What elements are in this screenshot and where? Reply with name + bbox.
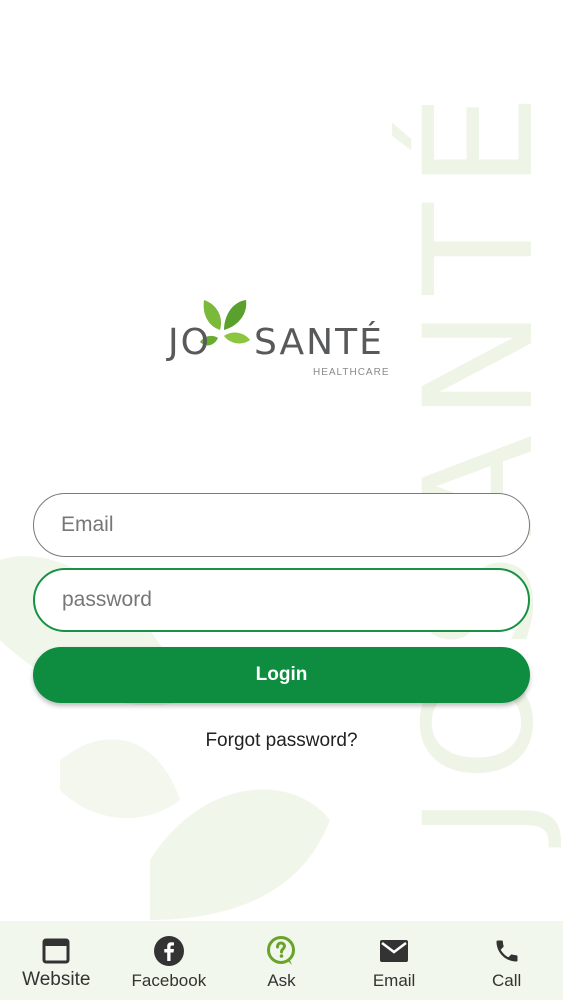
brand-logo: JO SANTÉ HEALTHCARE <box>168 296 398 386</box>
forgot-password-link[interactable]: Forgot password? <box>0 730 563 752</box>
nav-call-label: Call <box>492 971 522 990</box>
nav-ask[interactable]: Ask <box>225 921 337 1000</box>
envelope-icon <box>378 935 410 967</box>
logo-healthcare-text: HEALTHCARE <box>313 367 390 378</box>
bottom-nav: Website Facebook Ask Email Call <box>0 921 563 1000</box>
nav-website-label: Website <box>22 969 91 990</box>
nav-ask-label: Ask <box>267 971 296 990</box>
background-leaves <box>0 556 330 920</box>
facebook-icon <box>153 935 185 967</box>
phone-icon <box>491 935 523 967</box>
background-watermark: JO SANTÉ <box>0 0 563 920</box>
email-field[interactable] <box>33 493 530 557</box>
password-field[interactable] <box>33 568 530 632</box>
nav-email-label: Email <box>372 971 416 990</box>
nav-website[interactable]: Website <box>0 921 112 1000</box>
email-input[interactable] <box>61 513 529 537</box>
password-input[interactable] <box>62 588 528 612</box>
logo-sante-text: SANTÉ <box>254 322 384 363</box>
browser-window-icon <box>40 935 72 967</box>
question-bubble-icon <box>265 935 297 967</box>
nav-facebook[interactable]: Facebook <box>113 921 225 1000</box>
nav-facebook-label: Facebook <box>131 971 207 990</box>
nav-email[interactable]: Email <box>338 921 450 1000</box>
login-button[interactable]: Login <box>33 647 530 703</box>
logo-jo-text: JO <box>168 322 211 363</box>
watermark-brand-text: JOSANTÉ <box>393 80 563 840</box>
nav-call[interactable]: Call <box>451 921 563 1000</box>
